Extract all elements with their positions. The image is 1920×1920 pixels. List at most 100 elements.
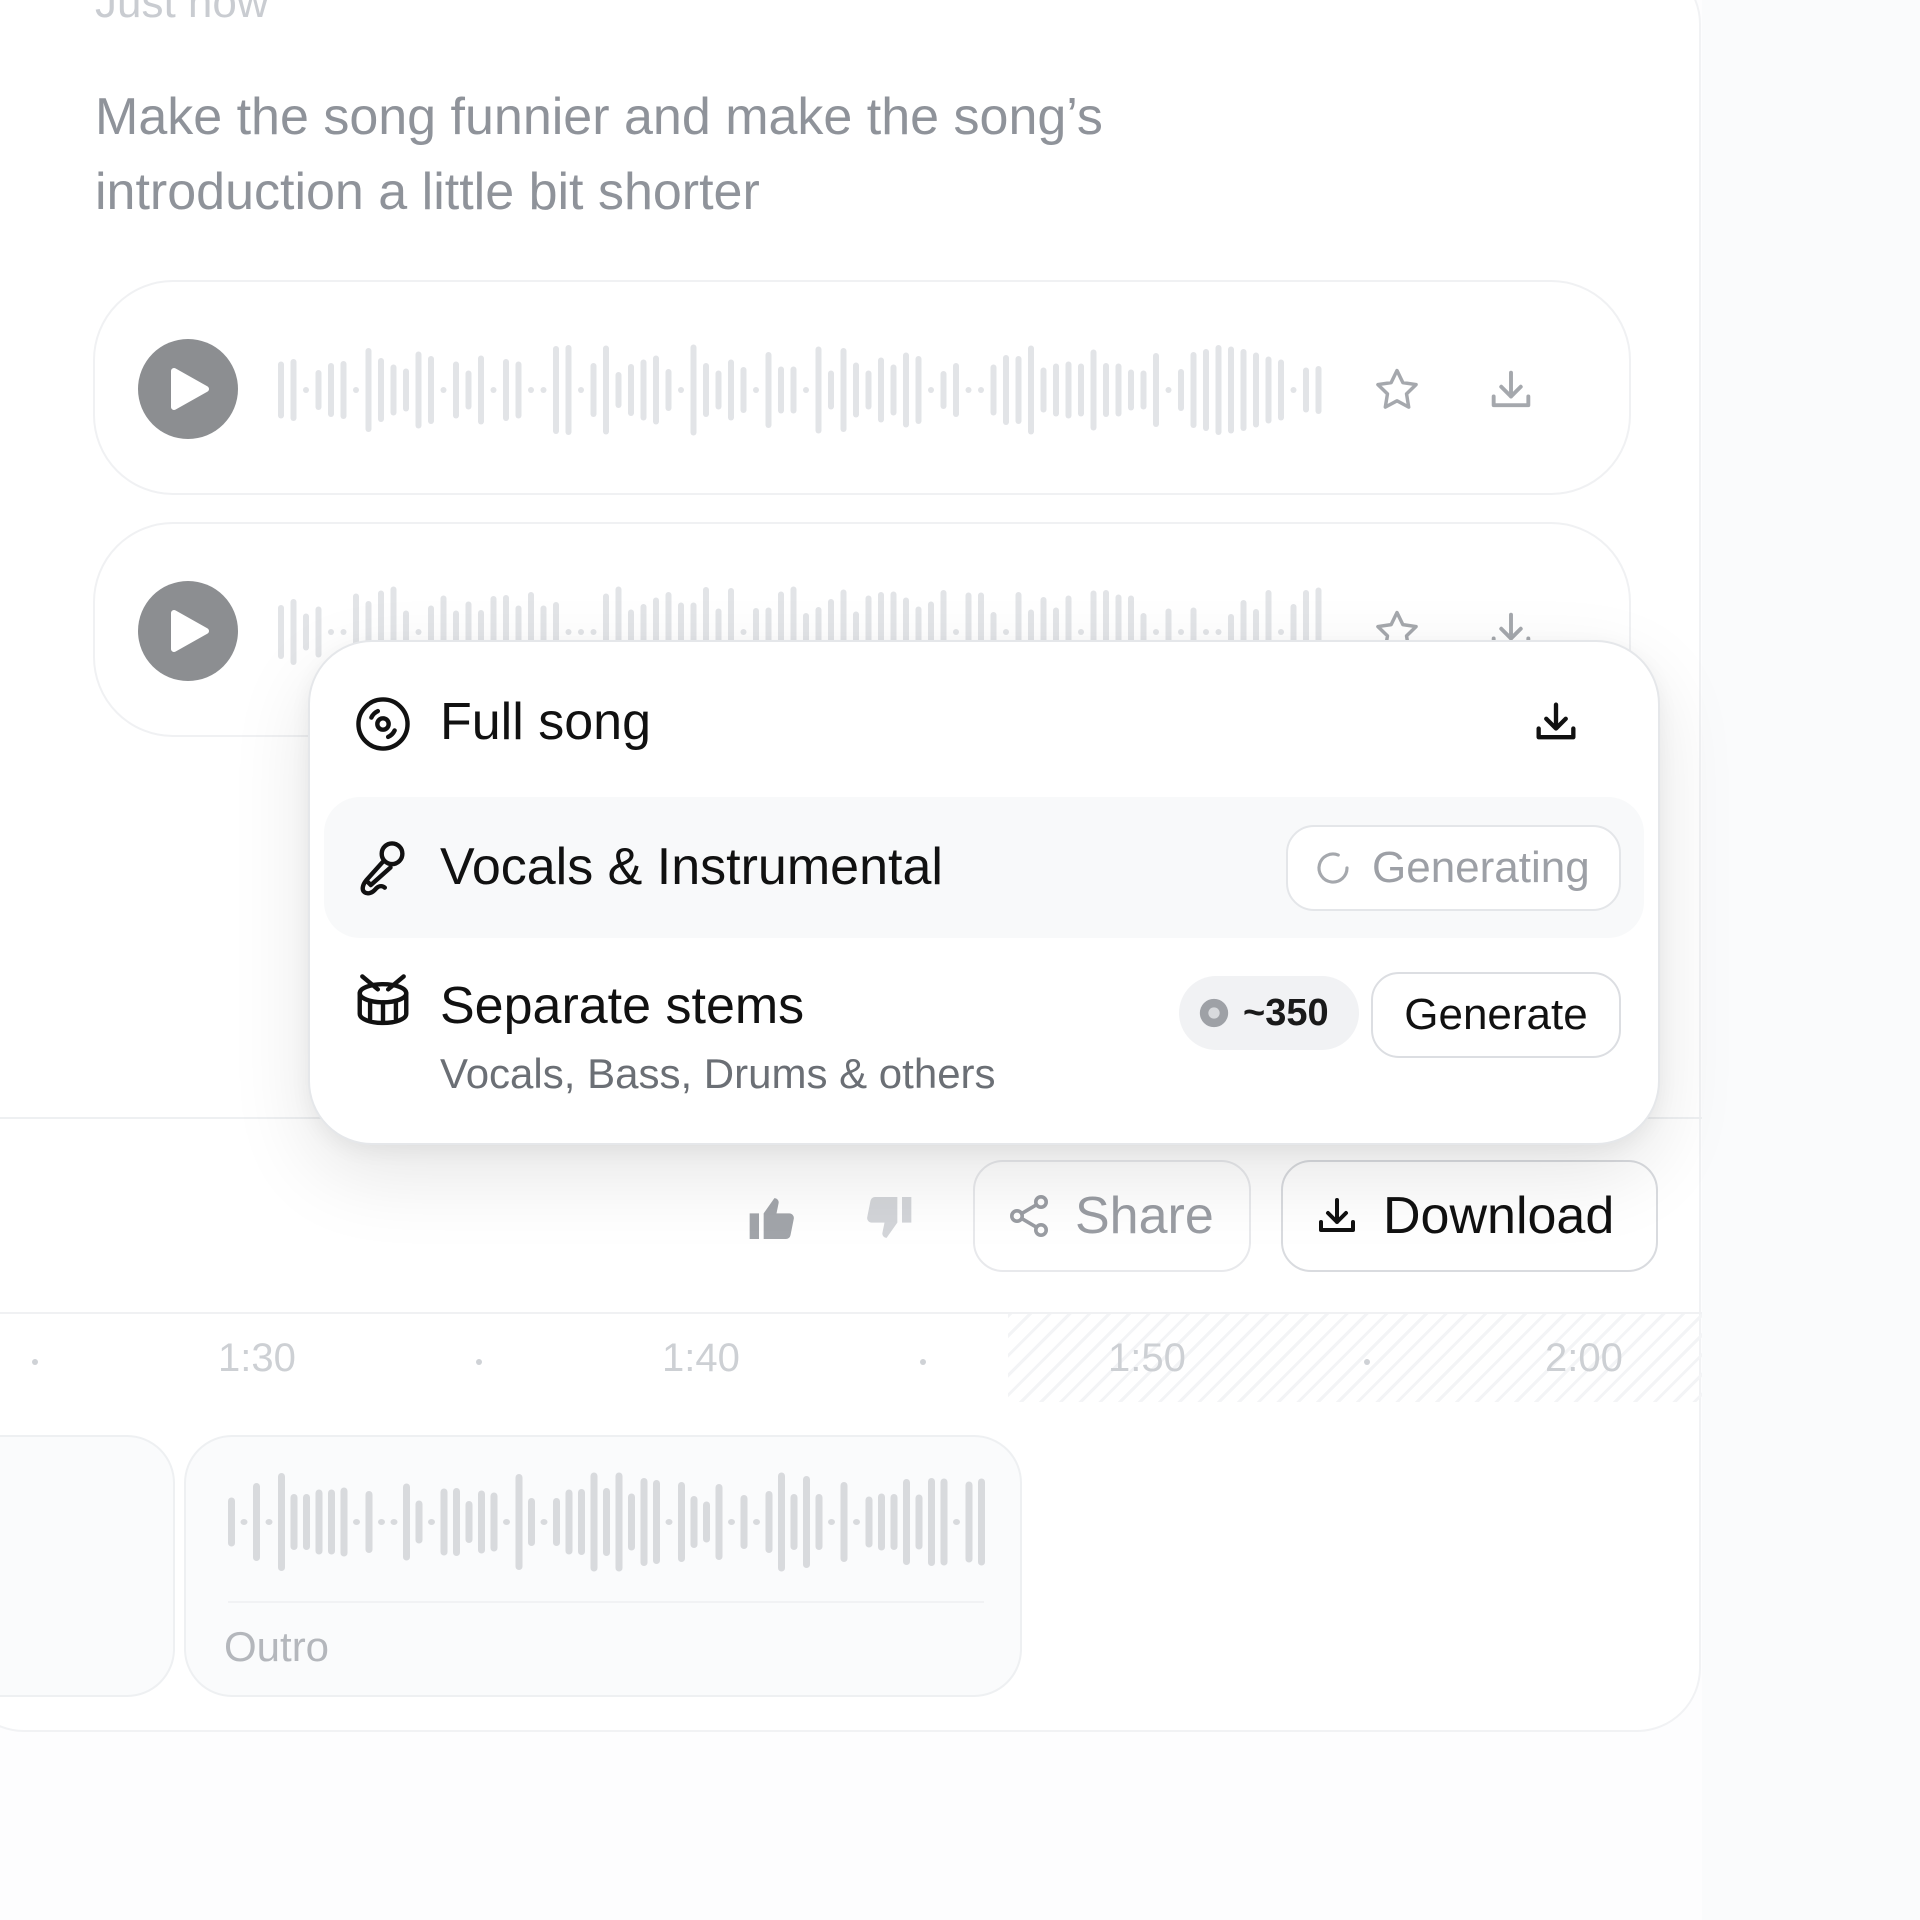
waveform-bar [940,1478,948,1566]
waveform-bar [453,361,459,419]
waveform-bar [853,362,859,418]
waveform-bar [1240,349,1247,431]
menu-item-separate-stems[interactable]: Separate stems Vocals, Bass, Drums & oth… [324,942,1644,1132]
waveform-bar [353,387,359,393]
waveform-bar [1315,366,1322,414]
waveform-bar [640,359,647,421]
waveform-bar [578,387,584,393]
download-icon[interactable] [1530,696,1582,748]
waveform-bar [978,387,984,393]
waveform-bar [840,1482,848,1562]
waveform-bar [653,1480,660,1564]
download-label: Download [1383,1187,1615,1245]
waveform-bar [528,387,534,393]
waveform-bar [815,1494,823,1550]
thumbs-down-icon[interactable] [860,1190,916,1246]
waveform-bar [690,1496,698,1548]
waveform-bar [615,1472,623,1572]
clip-outro[interactable]: Outro [184,1435,1022,1697]
tick-dot [476,1359,482,1365]
track-card-1[interactable] [93,280,1631,495]
download-options-menu: Full song Vocals & Instrumental Generati… [308,640,1660,1145]
menu-item-full-song[interactable]: Full song [324,656,1644,792]
waveform-bar [878,357,884,423]
waveform-bar [503,359,509,421]
share-button[interactable]: Share [973,1160,1251,1272]
waveform[interactable] [278,344,1328,436]
tick-label: 1:50 [1108,1336,1186,1380]
generate-button[interactable]: Generate [1371,972,1621,1058]
waveform-bar [478,355,484,425]
waveform-bar [815,346,822,434]
waveform-bar [1153,629,1159,635]
download-icon[interactable] [1485,364,1537,416]
menu-item-label: Full song [440,693,651,751]
waveform-bar [928,1478,935,1566]
waveform-bar [290,599,297,665]
waveform-bar [965,1481,973,1563]
waveform-bar [865,370,872,410]
waveform-bar [253,1483,260,1561]
waveform-bar [778,1472,785,1572]
menu-item-description: Vocals, Bass, Drums & others [440,1050,996,1097]
waveform-bar [715,370,722,410]
star-icon[interactable] [1371,364,1423,416]
clip-previous[interactable] [0,1435,175,1697]
waveform-bar [928,387,934,393]
download-icon [1319,1198,1355,1232]
tick-label: 2:00 [1545,1336,1623,1380]
waveform-bar [1278,359,1284,421]
waveform-bar [278,1473,285,1571]
waveform-bar [1265,356,1272,424]
download-button[interactable]: Download [1281,1160,1658,1272]
waveform-bar [690,344,697,436]
waveform-bar [428,1519,435,1525]
waveform-bar [565,345,572,435]
menu-item-vocals-instrumental[interactable]: Vocals & Instrumental Generating [324,797,1644,938]
waveform-bar [903,1479,910,1565]
waveform-bar [590,629,597,635]
disc-icon [356,697,410,751]
waveform-bar [415,629,422,635]
tick-dot [920,1359,926,1365]
waveform-bar [1203,349,1209,431]
waveform-bar [490,1492,498,1552]
waveform-bar [1178,629,1184,635]
waveform-bar [540,1519,548,1525]
timeline-ruler[interactable]: 1:30 1:40 1:50 2:00 [0,1312,1702,1404]
thumbs-up-icon[interactable] [745,1190,801,1246]
waveform-bar [628,1493,635,1551]
waveform-bar [1003,355,1009,425]
waveform-bar [578,1489,585,1555]
waveform-bar [440,1488,448,1556]
waveform-bar [315,606,322,658]
waveform-bar [828,370,834,410]
waveform-bar [828,1519,835,1525]
clip-label: Outro [224,1623,330,1670]
menu-item-label: Vocals & Instrumental [440,838,943,896]
microphone-icon [360,841,405,896]
drum-icon [357,974,409,1026]
waveform-bar [903,352,909,428]
waveform-bar [515,1474,523,1570]
waveform-bar [728,359,734,421]
waveform-bar [228,1497,235,1547]
waveform-bar [578,629,584,635]
spinner-icon [1317,852,1349,884]
credit-cost: ~350 [1243,991,1329,1034]
waveform-bar [878,1493,885,1551]
waveform-bar [303,613,309,651]
credit-coin-icon [1199,998,1229,1028]
waveform-bar [1115,363,1122,417]
play-button[interactable] [138,581,238,681]
waveform-bar [290,359,297,421]
waveform-bar [328,1489,335,1555]
tick-dot [32,1359,38,1365]
play-button[interactable] [138,339,238,439]
waveform-bar [303,387,309,393]
waveform-bar [440,387,447,393]
waveform-bar [628,364,634,416]
waveform-bar [415,1500,423,1544]
waveform-bar [953,629,959,635]
waveform-bar [340,1487,348,1557]
